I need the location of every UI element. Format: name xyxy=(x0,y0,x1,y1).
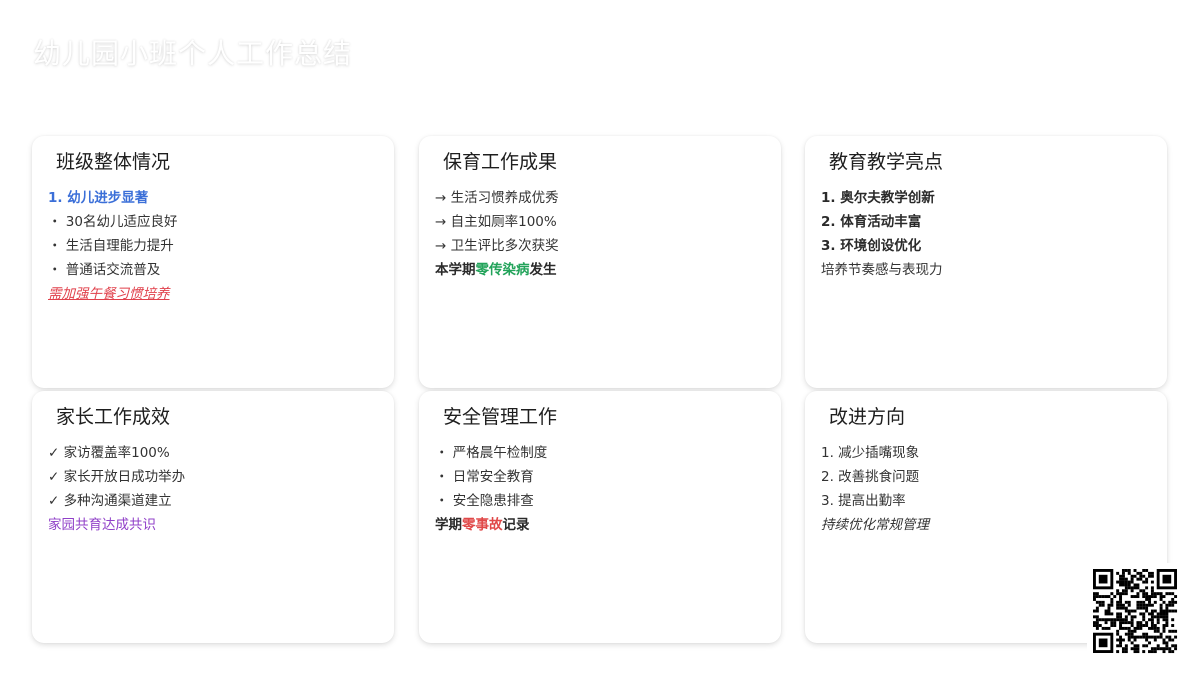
card-title: 家长工作成效 xyxy=(56,406,171,428)
card-note: 需加强午餐习惯培养 xyxy=(48,286,170,302)
qr-code-icon[interactable] xyxy=(1087,563,1183,659)
card-title: 安全管理工作 xyxy=(443,406,558,428)
card-line: 1. 奥尔夫教学创新 xyxy=(821,190,935,206)
card-body: → 生活习惯养成优秀 → 自主如厕率100% → 卫生评比多次获奖 本学期零传染… xyxy=(435,186,769,282)
summary-suffix: 记录 xyxy=(502,517,530,533)
card-summary: 本学期零传染病发生 xyxy=(435,258,769,282)
summary-highlight: 零事故 xyxy=(462,517,503,533)
card-body: 1. 减少插嘴现象 2. 改善挑食问题 3. 提高出勤率 持续优化常规管理 xyxy=(821,441,1155,537)
card-line: 培养节奏感与表现力 xyxy=(821,262,943,278)
card-body: ・ 严格晨午检制度 ・ 日常安全教育 ・ 安全隐患排查 学期零事故记录 xyxy=(435,441,769,537)
card-care-results: 保育工作成果 → 生活习惯养成优秀 → 自主如厕率100% → 卫生评比多次获奖… xyxy=(419,136,781,388)
summary-highlight: 零传染病 xyxy=(475,262,530,278)
card-summary: 学期零事故记录 xyxy=(435,513,769,537)
card-line: 1. 减少插嘴现象 xyxy=(821,445,920,461)
card-title: 班级整体情况 xyxy=(56,151,171,173)
card-line: ・ 严格晨午检制度 xyxy=(435,445,548,461)
card-line: ✓ 家访覆盖率100% xyxy=(48,445,170,461)
card-line: 2. 改善挑食问题 xyxy=(821,469,920,485)
card-body: ✓ 家访覆盖率100% ✓ 家长开放日成功举办 ✓ 多种沟通渠道建立 家园共育达… xyxy=(48,441,382,537)
card-line: → 自主如厕率100% xyxy=(435,214,557,230)
card-line: → 卫生评比多次获奖 xyxy=(435,238,559,254)
page-title: 幼儿园小班个人工作总结 xyxy=(33,37,353,70)
card-line: → 生活习惯养成优秀 xyxy=(435,190,559,206)
card-safety-management: 安全管理工作 ・ 严格晨午检制度 ・ 日常安全教育 ・ 安全隐患排查 学期零事故… xyxy=(419,391,781,643)
card-line: ・ 普通话交流普及 xyxy=(48,262,161,278)
card-title: 改进方向 xyxy=(829,406,906,428)
card-line: 3. 环境创设优化 xyxy=(821,238,922,254)
card-note: 家园共育达成共识 xyxy=(48,517,156,533)
card-parent-work: 家长工作成效 ✓ 家访覆盖率100% ✓ 家长开放日成功举办 ✓ 多种沟通渠道建… xyxy=(32,391,394,643)
card-class-overview: 班级整体情况 1. 幼儿进步显著 ・ 30名幼儿适应良好 ・ 生活自理能力提升 … xyxy=(32,136,394,388)
card-title: 教育教学亮点 xyxy=(829,151,944,173)
card-line: 3. 提高出勤率 xyxy=(821,493,906,509)
card-line: 2. 体育活动丰富 xyxy=(821,214,922,230)
card-body: 1. 奥尔夫教学创新 2. 体育活动丰富 3. 环境创设优化 培养节奏感与表现力 xyxy=(821,186,1155,282)
card-line: ・ 日常安全教育 xyxy=(435,469,534,485)
card-line: 1. 幼儿进步显著 xyxy=(48,190,149,206)
card-teaching-highlights: 教育教学亮点 1. 奥尔夫教学创新 2. 体育活动丰富 3. 环境创设优化 培养… xyxy=(805,136,1167,388)
card-line: ・ 30名幼儿适应良好 xyxy=(48,214,178,230)
summary-prefix: 学期 xyxy=(435,517,462,533)
card-line: ✓ 多种沟通渠道建立 xyxy=(48,493,172,509)
qr-code-graphic xyxy=(1087,563,1183,659)
card-body: 1. 幼儿进步显著 ・ 30名幼儿适应良好 ・ 生活自理能力提升 ・ 普通话交流… xyxy=(48,186,382,306)
card-line: ・ 生活自理能力提升 xyxy=(48,238,174,254)
card-line: ・ 安全隐患排查 xyxy=(435,493,534,509)
summary-suffix: 发生 xyxy=(529,262,557,278)
card-line: ✓ 家长开放日成功举办 xyxy=(48,469,186,485)
summary-prefix: 本学期 xyxy=(435,262,476,278)
card-title: 保育工作成果 xyxy=(443,151,558,173)
card-note: 持续优化常规管理 xyxy=(821,517,929,533)
